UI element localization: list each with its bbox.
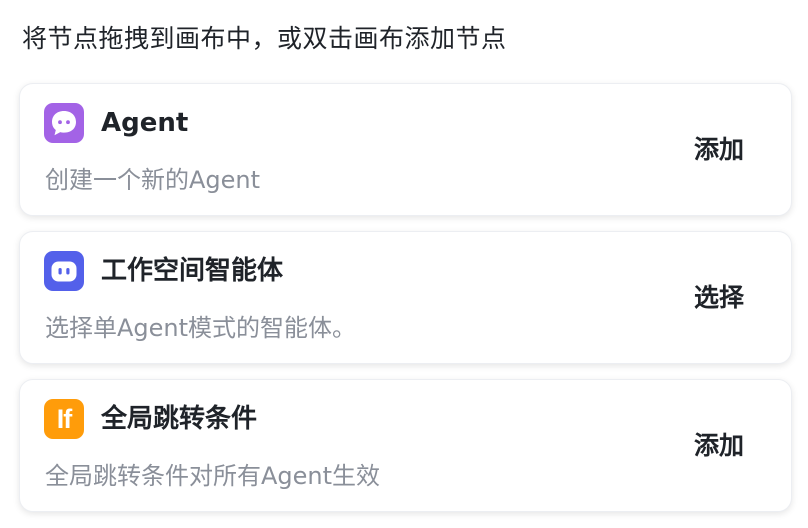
card-description: 创建一个新的Agent xyxy=(45,166,261,194)
bot-face-icon xyxy=(44,251,84,291)
card-title: 工作空间智能体 xyxy=(101,256,284,286)
card-description: 选择单Agent模式的智能体。 xyxy=(45,314,357,342)
node-card-global-jump-condition[interactable]: If 全局跳转条件 全局跳转条件对所有Agent生效 添加 xyxy=(19,379,792,512)
add-agent-button[interactable]: 添加 xyxy=(694,131,744,169)
node-card-workspace-agent[interactable]: 工作空间智能体 选择单Agent模式的智能体。 选择 xyxy=(19,231,792,364)
card-description: 全局跳转条件对所有Agent生效 xyxy=(45,462,381,490)
chat-bubble-icon xyxy=(44,103,84,143)
node-card-agent[interactable]: Agent 创建一个新的Agent 添加 xyxy=(19,83,792,216)
card-title: Agent xyxy=(101,108,189,138)
add-global-jump-condition-button[interactable]: 添加 xyxy=(694,427,744,465)
select-workspace-agent-button[interactable]: 选择 xyxy=(694,279,744,317)
node-panel: 将节点拖拽到画布中，或双击画布添加节点 Agent 创建一个新的Agent 添加… xyxy=(0,0,808,528)
panel-hint: 将节点拖拽到画布中，或双击画布添加节点 xyxy=(22,24,507,53)
if-condition-icon: If xyxy=(44,399,84,439)
card-title: 全局跳转条件 xyxy=(101,404,258,434)
